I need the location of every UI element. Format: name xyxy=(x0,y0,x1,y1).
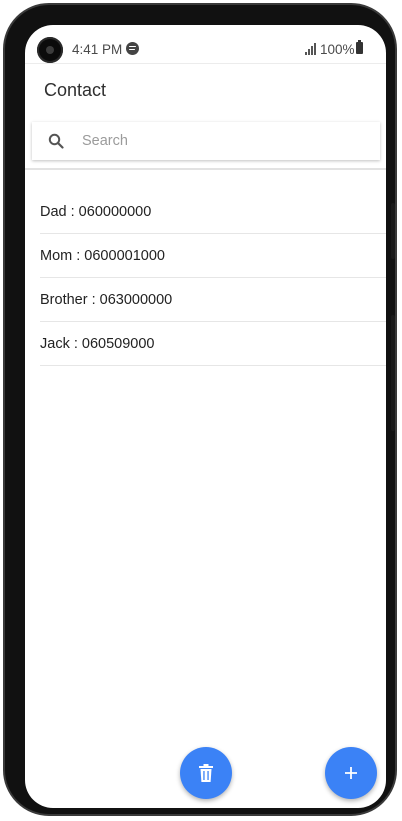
power-button xyxy=(391,315,395,431)
front-camera xyxy=(37,37,63,63)
delete-button[interactable] xyxy=(180,747,232,799)
app-screen: 4:41 PM 100% Contact Dad : 060000000 Mom… xyxy=(25,25,386,808)
battery-level: 100% xyxy=(320,42,355,57)
header-divider xyxy=(25,168,386,170)
contact-list: Dad : 060000000 Mom : 0600001000 Brother… xyxy=(40,190,386,366)
spotify-icon xyxy=(126,42,139,55)
search-icon xyxy=(48,133,64,149)
page-title: Contact xyxy=(44,80,107,100)
contact-item-jack[interactable]: Jack : 060509000 xyxy=(40,322,386,366)
status-time: 4:41 PM xyxy=(72,42,123,57)
plus-icon xyxy=(345,767,357,779)
status-bar: 4:41 PM 100% xyxy=(25,25,386,64)
battery-icon xyxy=(356,40,363,54)
contact-item-brother[interactable]: Brother : 063000000 xyxy=(40,278,386,322)
add-contact-button[interactable] xyxy=(325,747,377,799)
phone-frame: 4:41 PM 100% Contact Dad : 060000000 Mom… xyxy=(3,3,397,816)
contact-item-mom[interactable]: Mom : 0600001000 xyxy=(40,234,386,278)
volume-button xyxy=(391,203,395,259)
search-input[interactable] xyxy=(82,122,372,160)
signal-icon xyxy=(305,43,317,55)
search-bar[interactable] xyxy=(32,122,380,160)
trash-icon xyxy=(199,764,213,782)
contact-item-dad[interactable]: Dad : 060000000 xyxy=(40,190,386,234)
